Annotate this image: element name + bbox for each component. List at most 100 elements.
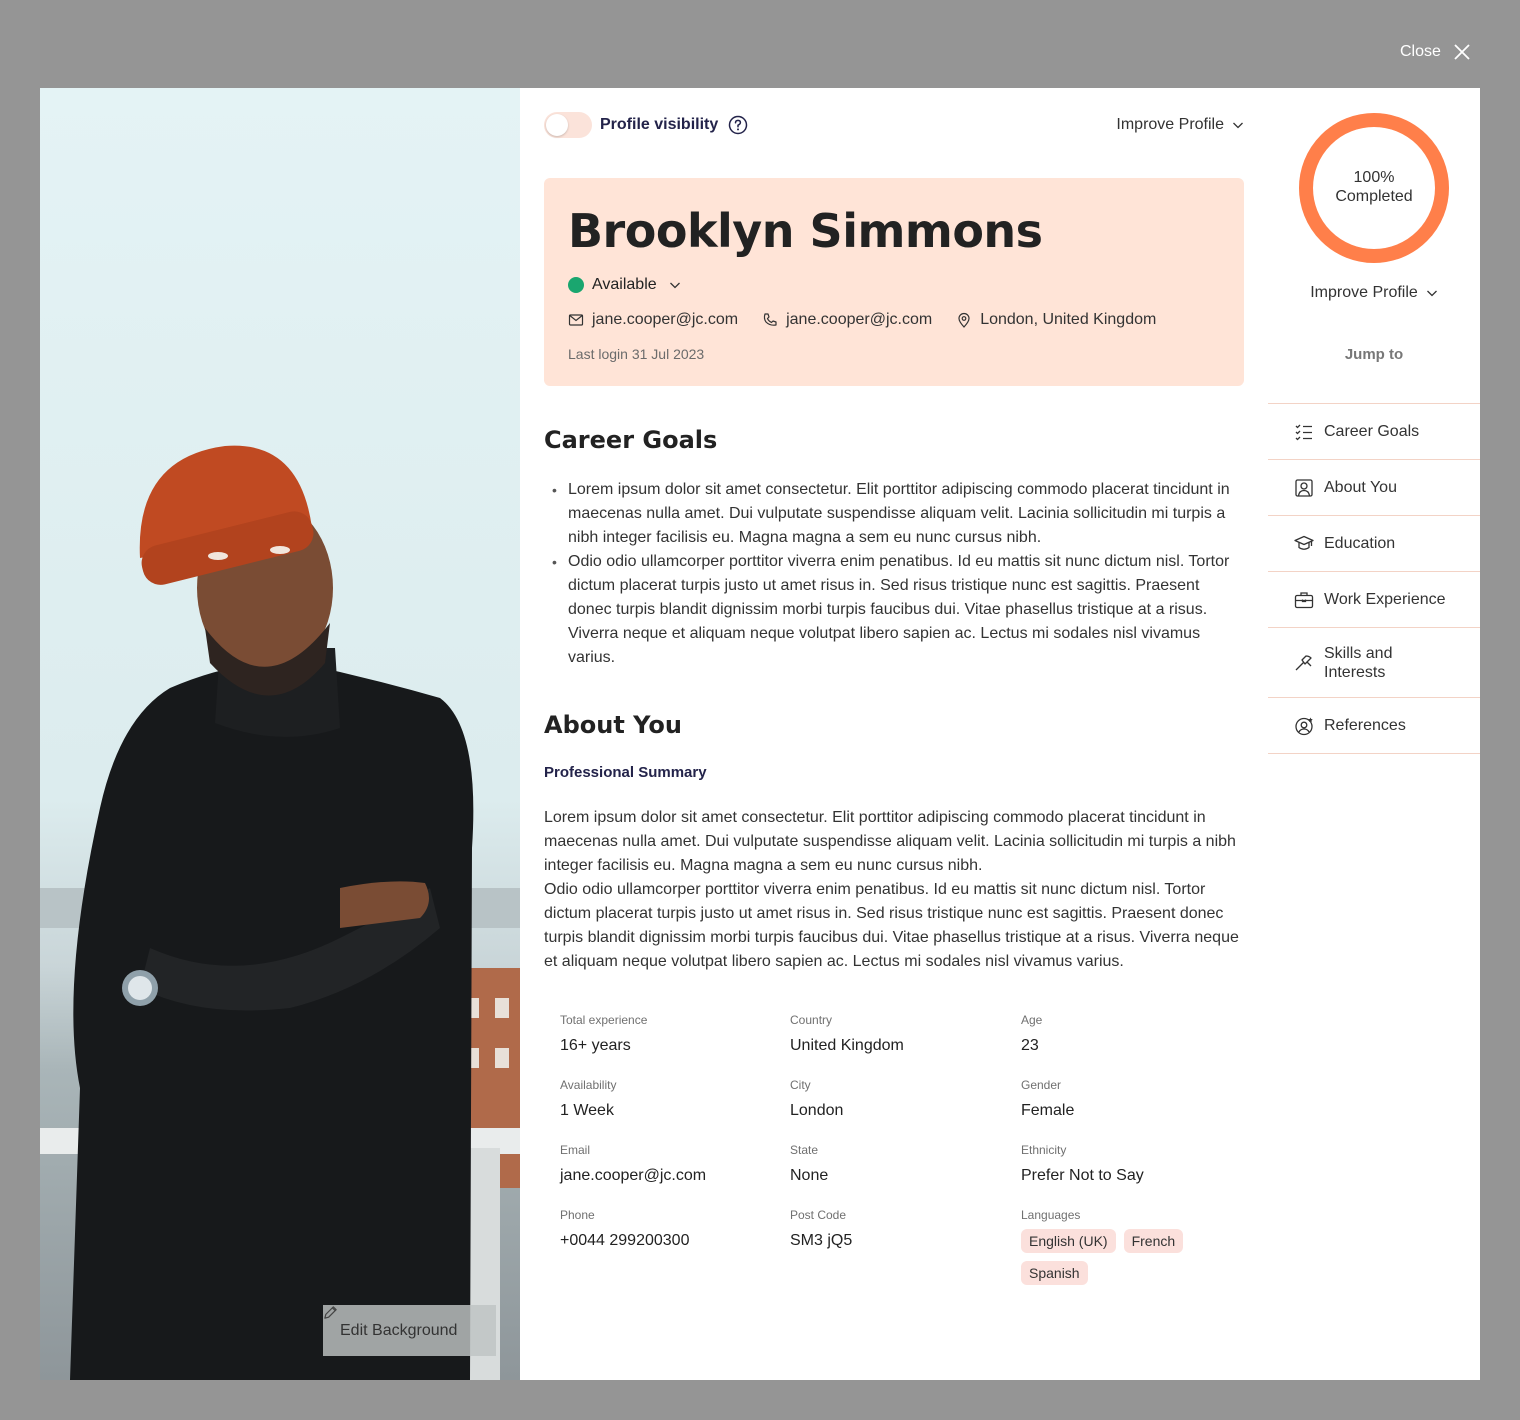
completion-percent: 100% bbox=[1353, 169, 1395, 186]
profile-sidebar: 100% Completed Improve Profile Jump to C… bbox=[1268, 88, 1480, 1380]
nav-references[interactable]: References bbox=[1268, 698, 1480, 754]
field-gender: Gender Female bbox=[1021, 1077, 1244, 1142]
help-icon[interactable] bbox=[728, 115, 748, 135]
field-label: Ethnicity bbox=[1021, 1143, 1067, 1157]
nav-label: Education bbox=[1324, 535, 1396, 552]
list-item: Odio odio ullamcorper porttitor viverra … bbox=[552, 550, 1244, 670]
field-post-code: Post Code SM3 jQ5 bbox=[790, 1207, 1021, 1272]
language-tags: English (UK) French Spanish bbox=[1021, 1229, 1201, 1285]
field-label: Email bbox=[560, 1143, 591, 1157]
language-tag: English (UK) bbox=[1021, 1229, 1116, 1253]
nav-label: References bbox=[1324, 717, 1406, 734]
nav-work-experience[interactable]: Work Experience bbox=[1268, 572, 1480, 628]
field-label: Age bbox=[1021, 1013, 1043, 1027]
field-label: Gender bbox=[1021, 1078, 1062, 1092]
nav-label: Work Experience bbox=[1324, 591, 1446, 608]
contact-location: London, United Kingdom bbox=[956, 311, 1156, 329]
phone-icon bbox=[763, 313, 777, 326]
user-star-icon bbox=[1295, 717, 1313, 735]
nav-skills-and-interests[interactable]: Skills and Interests bbox=[1268, 628, 1480, 698]
field-value: 16+ years bbox=[560, 1037, 631, 1054]
toggle-knob bbox=[546, 114, 568, 136]
field-availability: Availability 1 Week bbox=[560, 1077, 790, 1142]
field-email: Email jane.cooper@jc.com bbox=[560, 1142, 790, 1207]
profile-modal: Edit Background Profile visibility Impro… bbox=[40, 88, 1480, 1380]
completion-label: Completed bbox=[1335, 188, 1413, 205]
language-tag: Spanish bbox=[1021, 1261, 1088, 1285]
list-item: Lorem ipsum dolor sit amet consectetur. … bbox=[552, 478, 1244, 550]
field-phone: Phone +0044 299200300 bbox=[560, 1207, 790, 1272]
field-age: Age 23 bbox=[1021, 1012, 1244, 1077]
professional-summary-heading: Professional Summary bbox=[544, 764, 707, 781]
improve-profile-dropdown-top[interactable]: Improve Profile bbox=[1116, 116, 1244, 134]
about-you-heading: About You bbox=[544, 711, 682, 739]
nav-label: Career Goals bbox=[1324, 423, 1420, 440]
field-languages: Languages English (UK) French Spanish bbox=[1021, 1207, 1244, 1285]
nav-career-goals[interactable]: Career Goals bbox=[1268, 404, 1480, 460]
chevron-down-icon bbox=[1233, 122, 1243, 129]
profile-visibility-label: Profile visibility bbox=[600, 116, 719, 133]
close-icon bbox=[1454, 44, 1470, 60]
nav-about-you[interactable]: About You bbox=[1268, 460, 1480, 516]
status-dot bbox=[568, 277, 584, 293]
field-value: +0044 299200300 bbox=[560, 1232, 690, 1249]
edit-background-button[interactable]: Edit Background bbox=[323, 1305, 496, 1356]
improve-profile-label: Improve Profile bbox=[1310, 284, 1418, 301]
field-country: Country United Kingdom bbox=[790, 1012, 1021, 1077]
person-illustration bbox=[40, 445, 520, 1380]
user-portrait-icon bbox=[1295, 478, 1313, 497]
pencil-icon bbox=[324, 1306, 337, 1319]
field-label: City bbox=[790, 1078, 811, 1092]
field-value: None bbox=[790, 1167, 829, 1184]
close-label: Close bbox=[1400, 43, 1441, 60]
field-label: Phone bbox=[560, 1208, 595, 1222]
improve-profile-dropdown-side[interactable]: Improve Profile bbox=[1268, 284, 1480, 302]
contact-row: jane.cooper@jc.com jane.cooper@jc.com Lo… bbox=[568, 311, 1180, 329]
field-state: State None bbox=[790, 1142, 1021, 1207]
field-value: London bbox=[790, 1102, 844, 1119]
career-goals-heading: Career Goals bbox=[544, 426, 718, 454]
availability-status-dropdown[interactable]: Available bbox=[568, 276, 681, 294]
profile-topbar: Profile visibility Improve Profile bbox=[544, 110, 1244, 140]
profile-background-photo: Edit Background bbox=[40, 88, 520, 1380]
nav-education[interactable]: Education bbox=[1268, 516, 1480, 572]
profile-visibility-toggle[interactable] bbox=[544, 112, 592, 138]
professional-summary: Lorem ipsum dolor sit amet consectetur. … bbox=[544, 806, 1244, 974]
field-value: jane.cooper@jc.com bbox=[560, 1167, 707, 1184]
checklist-icon bbox=[1295, 424, 1312, 440]
contact-email[interactable]: jane.cooper@jc.com bbox=[568, 311, 738, 329]
completion-text: 100% Completed bbox=[1298, 168, 1450, 206]
contact-email-text: jane.cooper@jc.com bbox=[592, 311, 739, 328]
field-label: Total experience bbox=[560, 1013, 648, 1027]
profile-details-grid: Total experience 16+ years Country United … bbox=[560, 1012, 1244, 1285]
field-label: Country bbox=[790, 1013, 833, 1027]
last-login: Last login 31 Jul 2023 bbox=[568, 346, 705, 362]
field-label: Languages bbox=[1021, 1208, 1081, 1222]
contact-phone[interactable]: jane.cooper@jc.com bbox=[762, 311, 932, 329]
jump-to-nav: Career Goals About You Education Work Ex… bbox=[1268, 403, 1480, 754]
summary-paragraph: Lorem ipsum dolor sit amet consectetur. … bbox=[544, 809, 1236, 874]
contact-location-text: London, United Kingdom bbox=[980, 311, 1157, 328]
field-value: 1 Week bbox=[560, 1102, 614, 1119]
close-button[interactable]: Close bbox=[1400, 38, 1484, 66]
career-goals-list: Lorem ipsum dolor sit amet consectetur. … bbox=[552, 478, 1244, 670]
field-value: SM3 jQ5 bbox=[790, 1232, 853, 1249]
location-pin-icon bbox=[958, 312, 970, 328]
mail-icon bbox=[568, 314, 584, 326]
field-label: Availability bbox=[560, 1078, 617, 1092]
profile-name: Brooklyn Simmons bbox=[568, 204, 1043, 258]
field-label: Post Code bbox=[790, 1208, 847, 1222]
field-value: 23 bbox=[1021, 1037, 1039, 1054]
field-ethnicity: Ethnicity Prefer Not to Say bbox=[1021, 1142, 1244, 1207]
edit-background-label: Edit Background bbox=[340, 1321, 458, 1339]
briefcase-icon bbox=[1294, 591, 1314, 608]
language-tag: French bbox=[1123, 1229, 1184, 1253]
field-city: City London bbox=[790, 1077, 1021, 1142]
jump-to-heading: Jump to bbox=[1344, 346, 1404, 363]
contact-phone-text: jane.cooper@jc.com bbox=[786, 311, 933, 328]
nav-label: About You bbox=[1324, 479, 1397, 496]
hammer-icon bbox=[1295, 654, 1312, 670]
field-value: Female bbox=[1021, 1102, 1075, 1119]
improve-profile-label: Improve Profile bbox=[1116, 116, 1224, 133]
summary-paragraph: Odio odio ullamcorper porttitor viverra … bbox=[544, 881, 1239, 970]
